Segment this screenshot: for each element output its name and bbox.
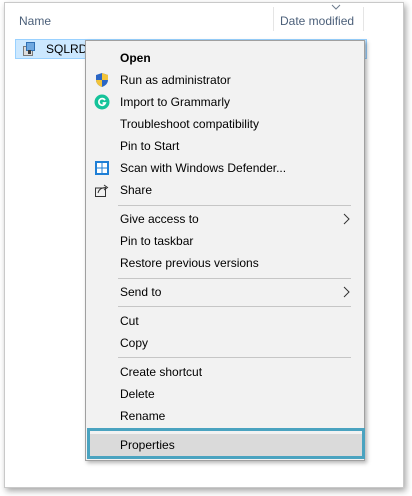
column-header-row: Name Date modified (5, 3, 403, 35)
column-header-date-modified[interactable]: Date modified (280, 14, 354, 28)
menu-item-cut[interactable]: Cut (88, 310, 362, 332)
context-menu: Open Run as administrator Import to Gram… (85, 40, 365, 461)
menu-item-label: Pin to taskbar (120, 234, 194, 248)
menu-item-send-to[interactable]: Send to (88, 281, 362, 303)
menu-item-label: Open (120, 51, 151, 65)
menu-item-label: Rename (120, 409, 166, 423)
sort-chevron-icon (331, 4, 341, 10)
menu-item-give-access-to[interactable]: Give access to (88, 208, 362, 230)
uac-shield-icon (96, 73, 108, 87)
chevron-right-icon (343, 213, 350, 225)
menu-item-rename[interactable]: Rename (88, 405, 362, 427)
menu-item-label: Restore previous versions (120, 256, 259, 270)
windows-defender-icon (95, 161, 109, 175)
menu-item-troubleshoot-compatibility[interactable]: Troubleshoot compatibility (88, 113, 362, 135)
menu-item-label: Send to (120, 285, 162, 299)
column-divider[interactable] (273, 7, 274, 31)
menu-item-scan-with-windows-defender[interactable]: Scan with Windows Defender... (88, 157, 362, 179)
menu-item-delete[interactable]: Delete (88, 383, 362, 405)
properties-highlight-callout (87, 428, 365, 459)
menu-item-share[interactable]: Share (88, 179, 362, 201)
column-divider[interactable] (363, 7, 364, 31)
file-name: SQLRD (46, 42, 88, 56)
chevron-right-icon (343, 286, 350, 298)
column-header-name[interactable]: Name (19, 14, 51, 28)
menu-item-pin-to-start[interactable]: Pin to Start (88, 135, 362, 157)
menu-item-label: Create shortcut (120, 365, 203, 379)
share-icon (95, 184, 109, 197)
menu-item-restore-previous-versions[interactable]: Restore previous versions (88, 252, 362, 274)
menu-item-label: Delete (120, 387, 155, 401)
menu-item-import-to-grammarly[interactable]: Import to Grammarly (88, 91, 362, 113)
menu-separator (118, 278, 351, 279)
menu-item-create-shortcut[interactable]: Create shortcut (88, 361, 362, 383)
menu-item-run-as-administrator[interactable]: Run as administrator (88, 69, 362, 91)
menu-separator (118, 306, 351, 307)
menu-item-label: Import to Grammarly (120, 95, 231, 109)
menu-item-open[interactable]: Open (88, 47, 362, 69)
menu-item-label: Share (120, 183, 153, 197)
menu-item-label: Pin to Start (120, 139, 180, 153)
menu-item-label: Copy (120, 336, 149, 350)
menu-item-label: Troubleshoot compatibility (120, 117, 259, 131)
menu-separator (118, 357, 351, 358)
menu-item-label: Cut (120, 314, 139, 328)
menu-item-label: Scan with Windows Defender... (120, 161, 287, 175)
menu-item-copy[interactable]: Copy (88, 332, 362, 354)
menu-separator (118, 205, 351, 206)
menu-item-label: Give access to (120, 212, 199, 226)
installer-icon (23, 42, 35, 56)
menu-item-pin-to-taskbar[interactable]: Pin to taskbar (88, 230, 362, 252)
grammarly-icon (94, 94, 110, 110)
menu-item-label: Run as administrator (120, 73, 231, 87)
